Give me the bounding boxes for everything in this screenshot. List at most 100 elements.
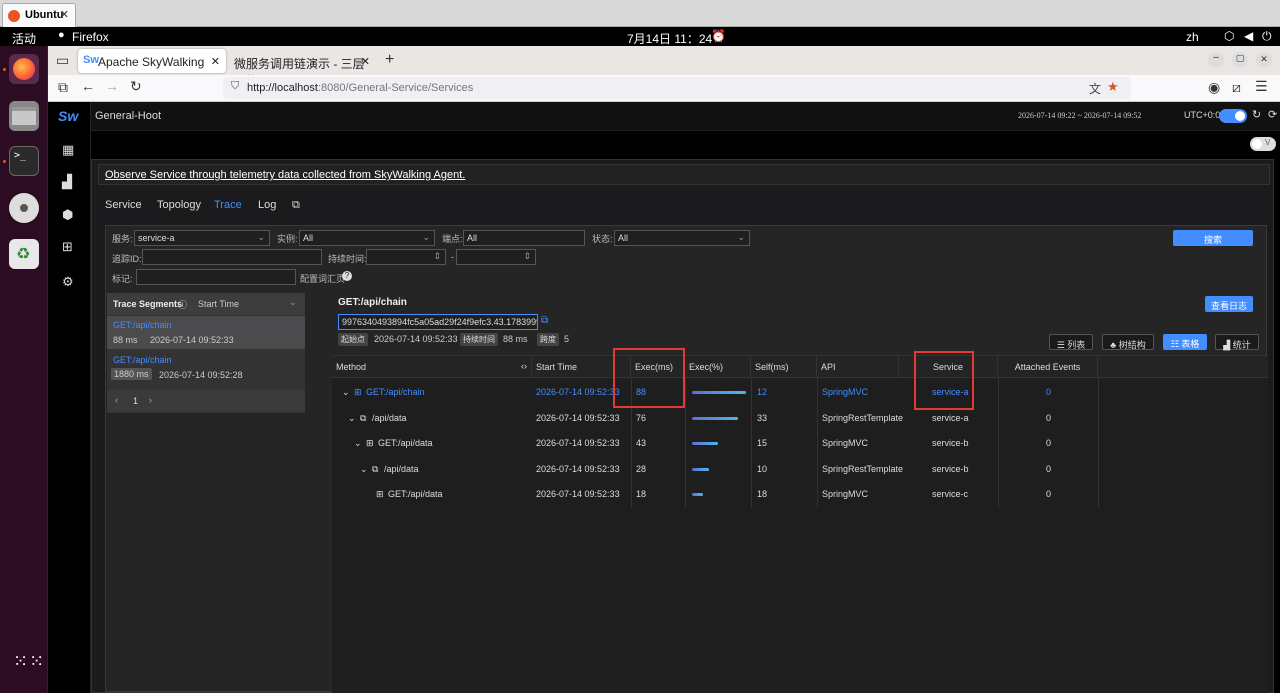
info-icon[interactable]: ⓘ	[178, 298, 187, 311]
duration-min-input[interactable]: ⇕	[366, 249, 446, 265]
container-icon[interactable]: ⧉	[58, 79, 68, 96]
table-row[interactable]: ⌄ ⊞ GET:/api/data 2026-07-14 09:52:33 43 15 Sp…	[332, 430, 1198, 456]
volume-icon[interactable]: ◀	[1244, 29, 1253, 43]
resize-icon[interactable]: ‹›	[521, 361, 527, 371]
view-tree-button[interactable]: ♣ 树结构	[1102, 334, 1154, 350]
v-toggle[interactable]: V	[1250, 137, 1276, 151]
translate-icon[interactable]: 文	[1089, 80, 1101, 97]
tags-input[interactable]	[136, 269, 296, 285]
chart-icon[interactable]: ▟	[62, 174, 72, 190]
trace-id-select[interactable]: 9976340493894fc5a05ad29f24f9efc3.43.1783…	[338, 314, 538, 330]
service-select[interactable]: service-a ⌄	[134, 230, 270, 246]
clock[interactable]: 7月14日 11：24	[627, 30, 712, 47]
tab-topology[interactable]: Topology	[157, 199, 201, 211]
maximize-icon[interactable]: ▢	[1232, 52, 1248, 68]
tagline-text[interactable]: Observe Service through telemetry data c…	[105, 169, 465, 181]
tab-skywalking[interactable]: Sw Apache SkyWalking ✕	[78, 49, 226, 73]
endpoint-input[interactable]: All	[463, 230, 585, 246]
tab-service[interactable]: Service	[105, 199, 142, 211]
cell-service: service-b	[932, 438, 969, 448]
table-row[interactable]: ⊞ GET:/api/data 2026-07-14 09:52:33 18 18 Spr…	[332, 481, 1198, 507]
segment-item[interactable]: GET:/api/chain 88 ms 2026-07-14 09:52:33	[107, 316, 305, 349]
tab-trace[interactable]: Trace	[214, 199, 242, 211]
next-page-icon[interactable]: ›	[149, 395, 152, 405]
expand-caret-icon[interactable]: ⌄	[342, 387, 350, 398]
table-row[interactable]: ⌄ ⧉ /api/data 2026-07-14 09:52:33 28 10 Spring…	[332, 456, 1198, 482]
help-icon[interactable]: ?	[342, 271, 352, 281]
close-icon[interactable]: ✕	[60, 8, 69, 21]
span-type-icon: ⧉	[360, 412, 367, 423]
expand-caret-icon[interactable]: ⌄	[348, 413, 356, 424]
prev-page-icon[interactable]: ‹	[115, 395, 118, 405]
time-range[interactable]: 2026-07-14 09:22 ~ 2026-07-14 09:52	[1018, 111, 1141, 120]
view-stats-button[interactable]: ▟ 统计	[1215, 334, 1259, 350]
view-logs-button[interactable]: 查看日志	[1205, 296, 1253, 312]
settings-icon[interactable]: ⚙	[62, 274, 74, 290]
expand-caret-icon[interactable]: ⌄	[354, 438, 362, 449]
dashboard-icon[interactable]: ▦	[62, 142, 74, 158]
network-icon[interactable]: ⬡	[1224, 29, 1234, 43]
view-table-button[interactable]: ☷ 表格	[1163, 334, 1207, 350]
account-icon[interactable]: ◉	[1208, 79, 1220, 96]
close-icon[interactable]: ✕	[361, 55, 370, 68]
input-language[interactable]: zh	[1186, 30, 1199, 44]
menu-icon[interactable]: ☰	[1255, 78, 1268, 95]
vm-tab-ubuntu[interactable]: Ubuntu ✕	[2, 3, 76, 27]
tags-label: 标记:	[112, 274, 133, 284]
bookmark-star-icon[interactable]: ★	[1107, 79, 1119, 95]
auto-refresh-icon[interactable]: ↻	[1252, 108, 1261, 121]
sort-select[interactable]: Start Time	[198, 299, 239, 309]
cell-self: 12	[757, 387, 768, 397]
segment-list-header: Trace Segments ⓘ Start Time ⌄	[107, 293, 305, 315]
tab-list-icon[interactable]: ▭	[56, 52, 69, 69]
stepper-icon[interactable]: ⇕	[433, 251, 441, 262]
files-dock-icon[interactable]	[9, 101, 39, 131]
segment-item[interactable]: GET:/api/chain 1880 ms 2026-07-14 09:52:…	[107, 351, 305, 384]
apps-grid-icon[interactable]: ⁙⁙	[9, 651, 44, 681]
reload-icon[interactable]: ↻	[130, 78, 142, 95]
page-number[interactable]: 1	[133, 396, 138, 406]
close-icon[interactable]: ✕	[211, 55, 220, 68]
trash-dock-icon[interactable]: ♻	[9, 239, 39, 269]
back-icon[interactable]: ←	[81, 78, 95, 94]
instance-select[interactable]: All ⌄	[299, 230, 435, 246]
theme-toggle[interactable]	[1219, 109, 1247, 123]
minimize-icon[interactable]: –	[1208, 52, 1224, 68]
site-info-icon[interactable]: ⛉	[231, 80, 239, 93]
cell-api: SpringRestTemplate	[822, 412, 904, 423]
span-type-icon: ⊞	[366, 438, 374, 448]
copy-icon[interactable]: ⧉	[292, 199, 300, 212]
cell-self: 33	[757, 412, 768, 423]
add-widget-icon[interactable]: ⊞	[62, 239, 73, 255]
table-row[interactable]: ⌄ ⊞ GET:/api/chain 2026-07-14 09:52:33 88 12 S…	[332, 379, 1198, 405]
chevron-down-icon[interactable]: ⌄	[289, 297, 297, 308]
copy-icon[interactable]: ⧉	[541, 315, 548, 326]
new-tab-button[interactable]: +	[385, 51, 394, 69]
view-list-button[interactable]: ☰ 列表	[1049, 334, 1093, 350]
search-button[interactable]: 搜索	[1173, 230, 1253, 246]
activities-button[interactable]: 活动	[12, 30, 36, 47]
cell-method: /api/data	[372, 412, 407, 423]
cell-start: 2026-07-14 09:52:33	[536, 463, 620, 474]
extensions-icon[interactable]: ⧄	[1232, 79, 1241, 96]
tab-microservice-demo[interactable]: 微服务调用链演示 - 三层架构 ✕	[228, 49, 376, 88]
url-bar[interactable]: ⛉ http://localhost:8080/General-Service/…	[223, 77, 1131, 99]
tab-log[interactable]: Log	[258, 199, 276, 211]
refresh-icon[interactable]: ⟳	[1268, 108, 1277, 121]
skywalking-logo[interactable]: Sw	[58, 108, 78, 124]
stepper-icon[interactable]: ⇕	[523, 251, 531, 262]
status-select[interactable]: All ⌄	[614, 230, 750, 246]
app-menu[interactable]: Firefox	[72, 30, 109, 44]
config-tags-link[interactable]: 配置词汇页	[300, 272, 345, 285]
duration-max-input[interactable]: ⇕	[456, 249, 536, 265]
exec-pct-bar	[692, 467, 709, 471]
power-icon[interactable]: ⏻	[1262, 29, 1272, 44]
expand-caret-icon[interactable]: ⌄	[360, 464, 368, 475]
trace-id-input[interactable]	[142, 249, 322, 265]
alarm-shield-icon[interactable]: ⬢	[62, 207, 73, 223]
disc-dock-icon[interactable]	[9, 193, 39, 223]
terminal-dock-icon[interactable]: >_	[9, 146, 39, 176]
firefox-dock-icon[interactable]	[9, 54, 39, 84]
table-row[interactable]: ⌄ ⧉ /api/data 2026-07-14 09:52:33 76 33 Spring…	[332, 405, 1198, 431]
close-window-icon[interactable]: ✕	[1256, 52, 1272, 68]
